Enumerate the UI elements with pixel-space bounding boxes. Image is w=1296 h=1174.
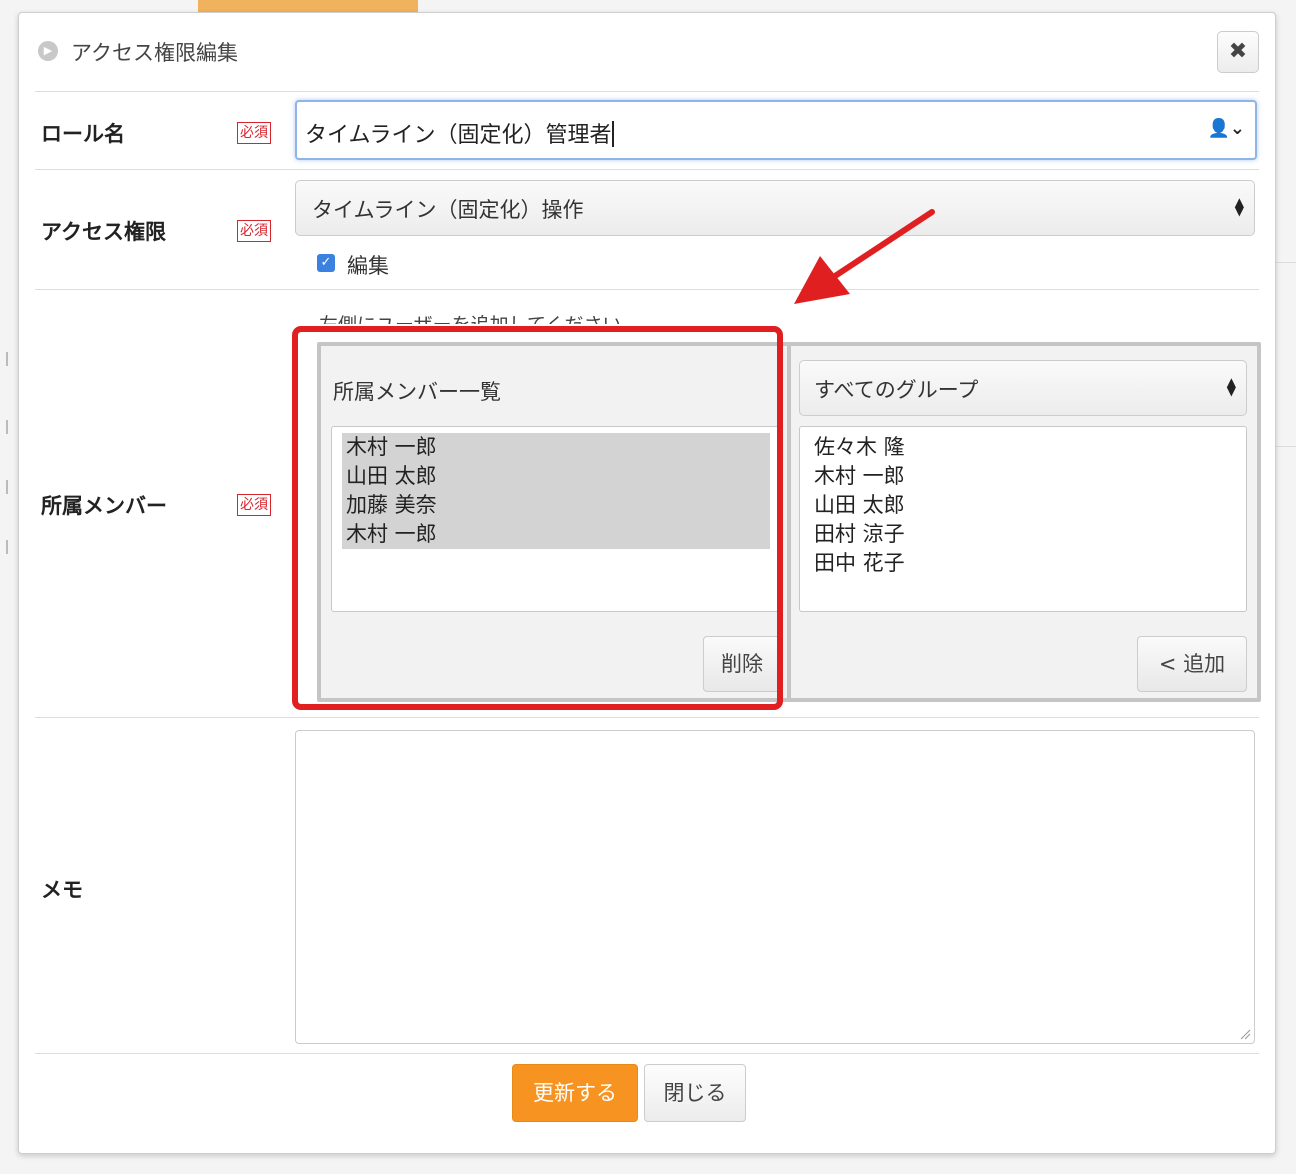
- edit-checkbox-label[interactable]: 編集: [347, 250, 389, 280]
- background-line: [1276, 446, 1296, 447]
- background-mark: [6, 540, 12, 554]
- close-button[interactable]: ✖: [1217, 31, 1259, 73]
- member-list-title: 所属メンバー一覧: [333, 380, 501, 404]
- required-badge: 必須: [237, 122, 271, 144]
- members-label: 所属メンバー: [41, 494, 167, 518]
- access-select-value: タイムライン（固定化）操作: [312, 198, 584, 222]
- update-button[interactable]: 更新する: [512, 1064, 638, 1122]
- list-item[interactable]: 佐々木 隆: [810, 433, 1236, 462]
- members-hint: 左側にユーザーを追加してください。: [319, 310, 640, 324]
- required-badge: 必須: [237, 220, 271, 242]
- list-item[interactable]: 田中 花子: [810, 549, 1236, 578]
- access-select[interactable]: タイムライン（固定化）操作 ▲ ▼: [295, 180, 1255, 236]
- background-line: [1276, 262, 1296, 263]
- memo-textarea[interactable]: [295, 730, 1255, 1044]
- select-arrows-icon: ▲ ▼: [1234, 195, 1244, 218]
- user-pool-listbox[interactable]: 佐々木 隆 木村 一郎 山田 太郎 田村 涼子 田中 花子: [799, 426, 1247, 612]
- member-picker: 所属メンバー一覧 木村 一郎 山田 太郎 加藤 美奈 木村 一郎 削除 すべての…: [317, 342, 1261, 702]
- list-item[interactable]: 加藤 美奈: [342, 491, 770, 520]
- modal-title: アクセス権限編集: [71, 41, 238, 65]
- role-name-row: ロール名 必須 タイムライン（固定化）管理者 👤⌄: [35, 91, 1259, 169]
- group-select-value: すべてのグループ: [814, 378, 979, 402]
- list-item[interactable]: 田村 涼子: [810, 520, 1236, 549]
- close-dialog-button[interactable]: 閉じる: [644, 1064, 746, 1122]
- list-item[interactable]: 木村 一郎: [810, 462, 1236, 491]
- text-caret: [612, 121, 615, 147]
- list-item[interactable]: 山田 太郎: [810, 491, 1236, 520]
- remove-button[interactable]: 削除: [703, 636, 781, 692]
- role-name-value: タイムライン（固定化）管理者: [305, 117, 615, 149]
- background-tab: [198, 0, 418, 12]
- edit-checkbox[interactable]: ✓: [317, 254, 335, 272]
- background-mark: [6, 480, 12, 494]
- members-row: 所属メンバー 必須 左側にユーザーを追加してください。 所属メンバー一覧 木村 …: [35, 289, 1261, 717]
- role-name-input[interactable]: タイムライン（固定化）管理者 👤⌄: [295, 100, 1257, 160]
- user-dropdown-icon[interactable]: 👤⌄: [1208, 118, 1246, 139]
- access-label: アクセス権限: [41, 220, 166, 244]
- background-mark: [6, 420, 12, 434]
- member-list-pane: 所属メンバー一覧 木村 一郎 山田 太郎 加藤 美奈 木村 一郎 削除: [321, 346, 787, 698]
- role-name-label: ロール名: [41, 122, 125, 146]
- list-item[interactable]: 木村 一郎: [342, 433, 770, 462]
- list-item[interactable]: 木村 一郎: [342, 520, 770, 549]
- resize-handle-icon[interactable]: [1239, 1028, 1251, 1040]
- select-arrows-icon: ▲ ▼: [1226, 375, 1236, 398]
- add-button[interactable]: < 追加: [1137, 636, 1247, 692]
- background-mark: [6, 352, 12, 366]
- modal-header: ▶ アクセス権限編集 ✖: [19, 13, 1275, 91]
- memo-label: メモ: [41, 878, 83, 902]
- required-badge: 必須: [237, 494, 271, 516]
- group-select[interactable]: すべてのグループ ▲ ▼: [799, 360, 1247, 416]
- access-row: アクセス権限 必須 タイムライン（固定化）操作 ▲ ▼ ✓ 編集: [35, 169, 1259, 289]
- footer-divider: [35, 1053, 1259, 1054]
- chevron-right-icon: ▶: [38, 41, 58, 61]
- close-icon: ✖: [1228, 39, 1248, 64]
- list-item[interactable]: 山田 太郎: [342, 462, 770, 491]
- member-listbox[interactable]: 木村 一郎 山田 太郎 加藤 美奈 木村 一郎: [331, 426, 781, 612]
- memo-row: メモ: [35, 717, 1259, 1053]
- user-pool-pane: すべてのグループ ▲ ▼ 佐々木 隆 木村 一郎 山田 太郎 田村 涼子 田中 花…: [791, 346, 1257, 698]
- access-edit-modal: ▶ アクセス権限編集 ✖ ロール名 必須 タイムライン（固定化）管理者 👤⌄ ア…: [18, 12, 1276, 1154]
